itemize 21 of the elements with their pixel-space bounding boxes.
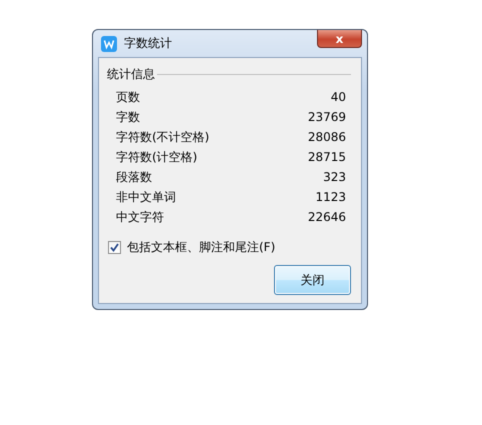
close-button[interactable]: x bbox=[317, 30, 362, 48]
stat-value: 28086 bbox=[308, 130, 346, 144]
close-dialog-button[interactable]: 关闭 bbox=[274, 265, 351, 295]
stat-value: 40 bbox=[330, 90, 346, 104]
app-icon bbox=[101, 36, 117, 52]
stat-label: 中文字符 bbox=[116, 208, 164, 226]
stat-label: 段落数 bbox=[116, 168, 152, 186]
stat-value: 1123 bbox=[315, 190, 346, 204]
checkbox-label: 包括文本框、脚注和尾注(F) bbox=[127, 239, 276, 256]
stat-label: 字符数(计空格) bbox=[116, 148, 198, 166]
stat-label: 字符数(不计空格) bbox=[116, 128, 210, 146]
stat-label: 字数 bbox=[116, 108, 140, 126]
stat-value: 23769 bbox=[308, 110, 346, 124]
stat-value: 22646 bbox=[308, 210, 346, 224]
stat-value: 28715 bbox=[308, 150, 346, 164]
stat-value: 323 bbox=[323, 170, 346, 184]
stat-label: 非中文单词 bbox=[116, 188, 176, 206]
window-title: 字数统计 bbox=[124, 35, 172, 52]
group-title: 统计信息 bbox=[107, 66, 155, 83]
stat-label: 页数 bbox=[116, 88, 140, 106]
checkbox[interactable] bbox=[108, 241, 121, 254]
